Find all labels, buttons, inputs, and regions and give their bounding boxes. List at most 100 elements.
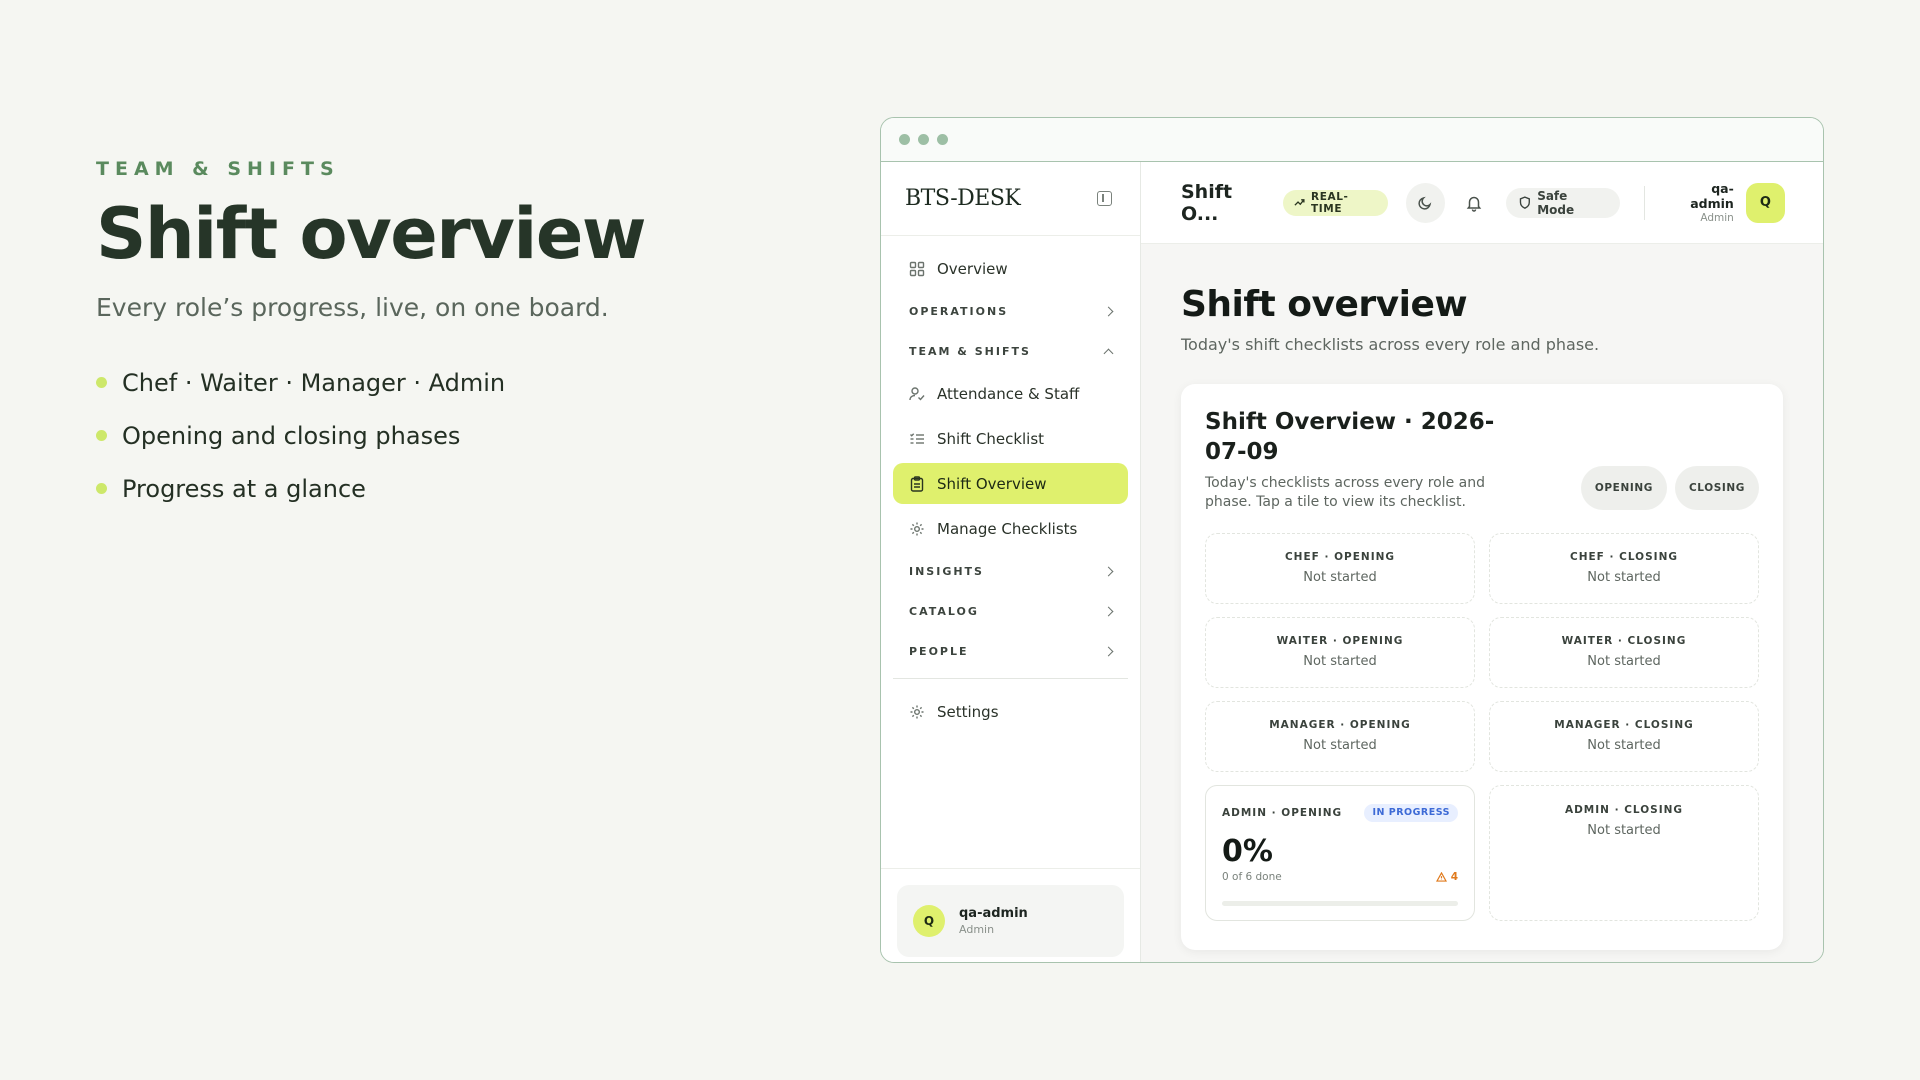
sidebar-section-people[interactable]: PEOPLE: [893, 633, 1128, 670]
safe-mode-button[interactable]: Safe Mode: [1506, 187, 1620, 218]
bell-icon: [1466, 196, 1481, 212]
list-check-icon: [910, 432, 924, 444]
tile-status: Not started: [1303, 570, 1377, 586]
status-badge: IN PROGRESS: [1364, 803, 1458, 822]
promo-eyebrow: TEAM & SHIFTS: [96, 158, 340, 180]
tile-done-count: 0 of 6 done: [1222, 870, 1282, 883]
checklist-tile[interactable]: CHEF · OPENING Not started: [1205, 532, 1475, 604]
gear-icon: [910, 522, 924, 535]
sidebar-item-label: Overview: [937, 259, 1008, 278]
checklist-tile-in-progress[interactable]: ADMIN · OPENING IN PROGRESS 0% 0 of 6 do…: [1205, 784, 1475, 921]
promo-bullet: Progress at a glance: [96, 462, 796, 515]
sidebar-section-operations[interactable]: OPERATIONS: [893, 293, 1128, 330]
tile-role: MANAGER · OPENING: [1269, 719, 1411, 732]
promo-subtitle: Every role’s progress, live, on one boar…: [96, 293, 609, 322]
sidebar-item-label: Manage Checklists: [937, 519, 1078, 538]
tile-header: ADMIN · OPENING IN PROGRESS: [1222, 803, 1458, 822]
notifications-button[interactable]: [1463, 192, 1485, 214]
browser-window: BTS-DESK Overview OPERATIONS TEAM & SHIF…: [880, 117, 1824, 963]
topbar-title: Shift O...: [1181, 180, 1233, 225]
bullet-dot-icon: [96, 377, 107, 388]
promo-bullet-text: Progress at a glance: [122, 474, 366, 503]
top-bar: Shift O... REAL-TIME Safe Mode qa-admin …: [1141, 162, 1823, 244]
topbar-user[interactable]: qa-admin Admin: [1669, 181, 1734, 224]
page-title: Shift overview: [1181, 284, 1468, 325]
sidebar-item-overview[interactable]: Overview: [893, 248, 1128, 289]
section-label: CATALOG: [909, 605, 979, 618]
chevron-right-icon: [1103, 566, 1114, 577]
settings-icon: [910, 705, 924, 718]
sidebar-user-card[interactable]: Q qa-admin Admin: [897, 885, 1124, 957]
sidebar-item-label: Attendance & Staff: [937, 384, 1080, 403]
checklist-tile[interactable]: MANAGER · OPENING Not started: [1205, 700, 1475, 772]
avatar: Q: [913, 905, 945, 937]
safe-mode-label: Safe Mode: [1537, 188, 1575, 217]
theme-toggle-button[interactable]: [1405, 182, 1445, 223]
moon-icon: [1418, 196, 1432, 210]
sidebar-item-settings[interactable]: Settings: [893, 691, 1128, 732]
checklist-tile[interactable]: CHEF · CLOSING Not started: [1489, 532, 1759, 604]
main-area: Shift O... REAL-TIME Safe Mode qa-admin …: [1141, 162, 1823, 962]
window-dot-icon: [937, 134, 948, 145]
chevron-right-icon: [1103, 306, 1114, 317]
warning-count: 4: [1435, 870, 1458, 883]
user-name: qa-admin: [959, 906, 1028, 921]
checklist-tile[interactable]: MANAGER · CLOSING Not started: [1489, 700, 1759, 772]
sidebar-divider: [893, 678, 1128, 679]
grid-icon: [909, 261, 925, 276]
realtime-label: REAL-TIME: [1311, 190, 1349, 215]
sidebar-item-label: Settings: [937, 702, 999, 721]
promo-bullet: Chef · Waiter · Manager · Admin: [96, 356, 796, 409]
promo-panel: TEAM & SHIFTS Shift overview Every role’…: [96, 158, 796, 515]
user-role: Admin: [1700, 212, 1734, 224]
sidebar-item-shift-checklist[interactable]: Shift Checklist: [893, 418, 1128, 459]
window-dot-icon: [918, 134, 929, 145]
tile-role: WAITER · CLOSING: [1561, 635, 1687, 648]
app-shell: BTS-DESK Overview OPERATIONS TEAM & SHIF…: [881, 162, 1823, 962]
phase-filter: OPENING CLOSING: [1580, 466, 1759, 510]
avatar[interactable]: Q: [1745, 182, 1786, 223]
sidebar-item-label: Shift Overview: [937, 474, 1047, 493]
chevron-up-icon: [1103, 348, 1114, 359]
app-logo[interactable]: BTS-DESK: [905, 186, 1021, 211]
bullet-dot-icon: [96, 483, 107, 494]
user-check-icon: [909, 386, 925, 401]
tile-role: WAITER · OPENING: [1276, 635, 1404, 648]
topbar-divider: [1643, 185, 1645, 220]
tile-role: ADMIN · OPENING: [1222, 806, 1343, 819]
phase-pill-closing[interactable]: CLOSING: [1674, 466, 1759, 510]
tile-role: ADMIN · CLOSING: [1564, 803, 1684, 816]
browser-chrome: [881, 118, 1823, 162]
sidebar-section-insights[interactable]: INSIGHTS: [893, 553, 1128, 590]
realtime-badge: REAL-TIME: [1283, 189, 1388, 216]
sidebar-section-team-shifts[interactable]: TEAM & SHIFTS: [893, 333, 1128, 370]
tile-role: MANAGER · CLOSING: [1554, 719, 1694, 732]
tile-status: Not started: [1303, 738, 1377, 754]
clipboard-icon: [910, 475, 924, 492]
tile-percent: 0%: [1222, 833, 1273, 869]
checklist-tile[interactable]: ADMIN · CLOSING Not started: [1489, 784, 1759, 921]
page-subtitle: Today's shift checklists across every ro…: [1181, 335, 1600, 354]
shield-icon: [1520, 196, 1531, 209]
tile-footer: 0 of 6 done 4: [1222, 871, 1458, 883]
bullet-dot-icon: [96, 430, 107, 441]
user-name: qa-admin: [1690, 181, 1734, 211]
user-role: Admin: [959, 923, 995, 936]
tile-status: Not started: [1587, 738, 1661, 754]
section-label: TEAM & SHIFTS: [909, 345, 1031, 358]
warning-count-value: 4: [1450, 870, 1458, 883]
checklist-tile[interactable]: WAITER · OPENING Not started: [1205, 616, 1475, 688]
checklist-tile[interactable]: WAITER · CLOSING Not started: [1489, 616, 1759, 688]
sidebar-section-catalog[interactable]: CATALOG: [893, 593, 1128, 630]
sidebar-item-label: Shift Checklist: [937, 429, 1045, 448]
card-description: Today's checklists across every role and…: [1205, 474, 1486, 511]
card-title: Shift Overview · 2026-07-09: [1205, 409, 1495, 465]
chevron-right-icon: [1103, 646, 1114, 657]
page-content: Shift overview Today's shift checklists …: [1141, 244, 1823, 950]
sidebar-collapse-icon[interactable]: [1097, 191, 1112, 206]
sidebar-item-shift-overview[interactable]: Shift Overview: [893, 463, 1128, 504]
sidebar-item-attendance[interactable]: Attendance & Staff: [893, 373, 1128, 414]
sidebar-item-manage-checklists[interactable]: Manage Checklists: [893, 508, 1128, 549]
phase-pill-opening[interactable]: OPENING: [1580, 466, 1667, 510]
section-label: PEOPLE: [909, 645, 969, 658]
